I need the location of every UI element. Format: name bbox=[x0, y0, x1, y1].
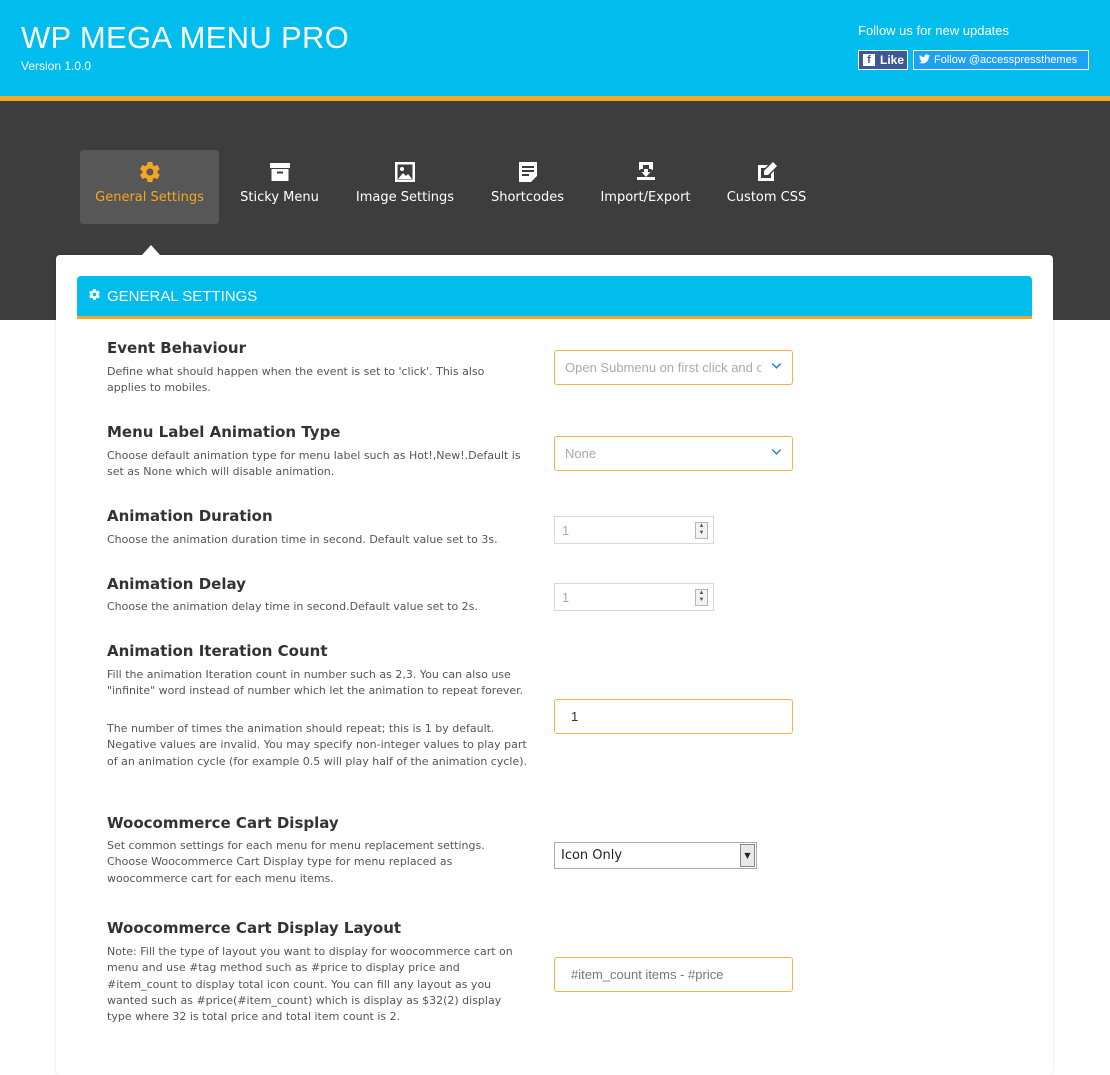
archive-icon bbox=[269, 163, 290, 181]
twitter-follow-label: Follow @accesspressthemes bbox=[934, 54, 1078, 66]
animation-duration-desc: Choose the animation duration time in se… bbox=[107, 533, 498, 546]
chevron-down-icon bbox=[771, 446, 782, 460]
dropdown-arrow-icon: ▼ bbox=[740, 844, 755, 867]
label-animation-desc: Choose default animation type for menu l… bbox=[107, 449, 521, 479]
tab-label: Shortcodes bbox=[490, 190, 564, 205]
cart-layout-value: #item_count items - #price bbox=[571, 967, 724, 982]
tab-general-settings[interactable]: General Settings bbox=[80, 150, 219, 224]
facebook-icon: f bbox=[863, 54, 875, 66]
animation-delay-value: 1 bbox=[562, 589, 570, 605]
tab-sticky-menu[interactable]: Sticky Menu bbox=[229, 150, 330, 224]
animation-duration-input[interactable]: 1 ▲ ▼ bbox=[554, 516, 714, 544]
animation-duration-value: 1 bbox=[562, 522, 570, 538]
edit-icon bbox=[757, 162, 777, 181]
tab-label: General Settings bbox=[95, 190, 204, 205]
label-animation-value: None bbox=[565, 446, 597, 461]
cart-display-value: Icon Only bbox=[561, 848, 623, 863]
image-icon bbox=[395, 162, 415, 182]
animation-duration-title: Animation Duration bbox=[107, 507, 273, 525]
animation-delay-desc: Choose the animation delay time in secon… bbox=[107, 600, 478, 613]
follow-text: Follow us for new updates bbox=[858, 23, 1010, 38]
tab-image-settings[interactable]: Image Settings bbox=[345, 150, 465, 224]
cart-display-select[interactable]: Icon Only ▼ bbox=[554, 842, 757, 869]
download-icon bbox=[636, 162, 655, 180]
cart-display-title: Woocommerce Cart Display bbox=[107, 814, 339, 832]
iteration-count-value: 1 bbox=[571, 709, 579, 724]
iteration-count-input[interactable]: 1 bbox=[554, 699, 793, 734]
tab-label: Image Settings bbox=[355, 190, 455, 205]
section-title: GENERAL SETTINGS bbox=[107, 287, 258, 305]
tab-custom-css[interactable]: Custom CSS bbox=[716, 150, 817, 224]
tab-label: Sticky Menu bbox=[240, 190, 319, 205]
facebook-like-button[interactable]: f Like bbox=[858, 50, 908, 70]
twitter-icon bbox=[919, 53, 930, 67]
twitter-follow-button[interactable]: Follow @accesspressthemes bbox=[913, 50, 1089, 70]
event-behaviour-desc: Define what should happen when the event… bbox=[107, 365, 485, 395]
event-behaviour-select[interactable]: Open Submenu on first click and close on… bbox=[554, 350, 793, 385]
tab-shortcodes[interactable]: Shortcodes bbox=[480, 150, 575, 224]
iteration-count-note: The number of times the animation should… bbox=[107, 722, 528, 768]
plugin-version: Version 1.0.0 bbox=[21, 59, 92, 73]
label-animation-select[interactable]: None bbox=[554, 436, 793, 471]
tab-label: Custom CSS bbox=[726, 190, 807, 205]
label-animation-title: Menu Label Animation Type bbox=[107, 423, 341, 441]
active-tab-pointer bbox=[142, 245, 160, 255]
cart-layout-title: Woocommerce Cart Display Layout bbox=[107, 919, 402, 937]
iteration-count-desc: Fill the animation Iteration count in nu… bbox=[107, 668, 524, 698]
iteration-count-title: Animation Iteration Count bbox=[107, 642, 328, 660]
event-behaviour-value: Open Submenu on first click and close on… bbox=[565, 360, 761, 375]
document-icon bbox=[518, 162, 537, 182]
facebook-like-label: Like bbox=[880, 53, 905, 67]
gear-icon bbox=[88, 288, 101, 304]
tab-label: Import/Export bbox=[600, 190, 691, 205]
cart-layout-desc: Note: Fill the type of layout you want t… bbox=[107, 945, 513, 1024]
gear-icon bbox=[139, 162, 160, 182]
section-header: GENERAL SETTINGS bbox=[77, 276, 1032, 319]
event-behaviour-title: Event Behaviour bbox=[107, 339, 246, 357]
chevron-down-icon bbox=[771, 360, 782, 374]
animation-delay-title: Animation Delay bbox=[107, 575, 246, 593]
number-stepper[interactable]: ▲ ▼ bbox=[695, 522, 708, 539]
top-header: WP MEGA MENU PRO Version 1.0.0 Follow us… bbox=[0, 0, 1110, 101]
number-stepper[interactable]: ▲ ▼ bbox=[695, 589, 708, 606]
cart-layout-input[interactable]: #item_count items - #price bbox=[554, 957, 793, 992]
plugin-title: WP MEGA MENU PRO bbox=[21, 20, 350, 55]
animation-delay-input[interactable]: 1 ▲ ▼ bbox=[554, 583, 714, 611]
cart-display-desc: Set common settings for each menu for me… bbox=[107, 839, 485, 885]
tab-import-export[interactable]: Import/Export bbox=[590, 150, 701, 224]
